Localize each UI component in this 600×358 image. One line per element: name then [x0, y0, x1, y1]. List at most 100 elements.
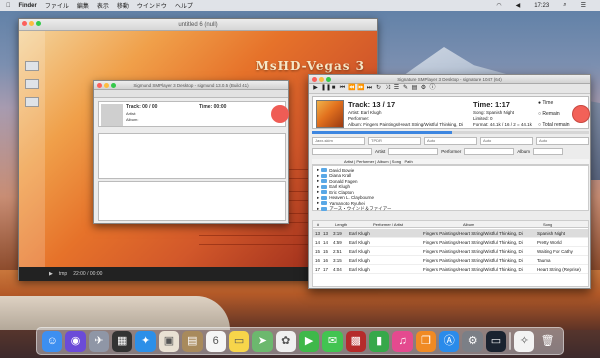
rewind-icon[interactable]: ⏪	[348, 85, 355, 92]
performer-search-input[interactable]	[464, 147, 515, 155]
secondary-library-tree[interactable]	[98, 133, 286, 179]
volume-icon[interactable]: ◀	[516, 2, 521, 9]
menu-edit[interactable]: 編集	[77, 1, 89, 10]
column-header[interactable]: Performer / Artist	[373, 221, 403, 228]
contacts-icon[interactable]: ▤	[182, 330, 203, 352]
previous-icon[interactable]: ⏮	[339, 85, 346, 92]
pause-icon[interactable]: ❚❚	[321, 85, 331, 92]
monitor-icon[interactable]: ▭	[485, 330, 507, 352]
siri-icon[interactable]: ◉	[65, 330, 86, 352]
photos-icon[interactable]: ✿	[275, 330, 296, 352]
photos-app-icon[interactable]: ▣	[158, 330, 180, 352]
table-row[interactable]: 17 17 4:04 Earl Klugh Fingers Paintings/…	[313, 265, 588, 274]
menu-view[interactable]: 表示	[97, 1, 109, 10]
table-row[interactable]: 14 14 4:59 Earl Klugh Fingers Paintings/…	[313, 238, 588, 247]
search-field[interactable]	[312, 147, 372, 155]
tool-icon[interactable]	[25, 97, 39, 107]
table-row[interactable]: 16 16 3:15 Earl Klugh Fingers Paintings/…	[313, 256, 588, 265]
track-table[interactable]: # Length Performer / Artist Album Song 1…	[312, 220, 589, 287]
next-icon[interactable]: ⏭	[366, 85, 373, 92]
trash-icon[interactable]: 🗑	[537, 331, 557, 352]
main-player-window[interactable]: Signature SMPlayer 3 Desktop - signature…	[308, 74, 591, 289]
tool-icon[interactable]	[25, 79, 39, 89]
apple-menu-icon[interactable]: 	[6, 3, 11, 9]
record-button[interactable]	[573, 106, 589, 122]
ibooks-icon[interactable]: ❐	[415, 330, 437, 352]
notes-icon[interactable]: ▭	[228, 330, 250, 352]
vegas-title-bar[interactable]: untitled 6 (null)	[19, 19, 377, 31]
menu-app-name[interactable]: Finder	[19, 3, 37, 9]
launchpad-icon[interactable]: ✈	[88, 330, 110, 352]
filter-select[interactable]: Jaxx-skim	[312, 137, 365, 145]
list-icon[interactable]: ☰	[393, 85, 400, 92]
safari-icon[interactable]: ✦	[135, 330, 156, 352]
save-icon[interactable]: ▤	[411, 85, 418, 92]
artist-search-input[interactable]	[388, 147, 439, 155]
zoom-button[interactable]	[36, 21, 41, 26]
numbers-icon[interactable]: ▮	[369, 330, 390, 352]
shuffle-icon[interactable]: ⤨	[384, 85, 391, 92]
vegas-status-left: tmp	[58, 271, 68, 277]
app-store-icon[interactable]: Ⓐ	[439, 330, 460, 352]
column-header[interactable]: Album	[463, 221, 474, 228]
finder-icon[interactable]: ☺	[42, 330, 63, 352]
main-player-title: Signature SMPlayer 3 Desktop - signature…	[397, 77, 502, 82]
main-player-title-bar[interactable]: Signature SMPlayer 3 Desktop - signature…	[309, 75, 590, 84]
close-button[interactable]	[97, 83, 102, 88]
stop-icon[interactable]: ■	[330, 85, 337, 92]
messages-icon[interactable]: ✉	[322, 330, 343, 352]
play-icon[interactable]: ▶	[49, 271, 53, 277]
menu-file[interactable]: ファイル	[45, 1, 69, 10]
time-mode-time[interactable]: ● Time	[538, 100, 570, 106]
column-header[interactable]: #	[317, 221, 319, 228]
filter-select[interactable]: Auto	[424, 137, 477, 145]
itunes-icon[interactable]: ♫	[392, 330, 413, 352]
info-icon[interactable]: ⓘ	[429, 85, 436, 92]
calendar-icon[interactable]: 6	[205, 330, 226, 352]
facetime-icon[interactable]: ▶	[298, 330, 320, 352]
close-button[interactable]	[22, 21, 27, 26]
filter-select[interactable]: Auto	[536, 137, 589, 145]
play-icon[interactable]: ▶	[312, 85, 319, 92]
playback-progress-bar[interactable]	[312, 131, 589, 134]
settings-icon[interactable]: ⚙	[420, 85, 427, 92]
menu-go[interactable]: 移動	[117, 1, 129, 10]
secondary-player-title-bar[interactable]: Sigmund SMPlayer 3 Desktop - sigmund 13.…	[94, 81, 288, 90]
filter-select[interactable]: Auto	[480, 137, 533, 145]
filter-select[interactable]: TPDR	[368, 137, 421, 145]
zoom-button[interactable]	[326, 77, 331, 82]
photo-booth-icon[interactable]: ▩	[345, 330, 367, 352]
edit-icon[interactable]: ✎	[402, 85, 409, 92]
library-tree[interactable]: ▸ David Bowie ▸ Diana Krall ▸ Donald Fag…	[312, 165, 589, 211]
column-header[interactable]: Length	[335, 221, 347, 228]
column-header[interactable]: Song	[543, 221, 552, 228]
forward-icon[interactable]: ⏩	[357, 85, 364, 92]
menu-window[interactable]: ウインドウ	[137, 1, 167, 10]
repeat-icon[interactable]: ↻	[375, 85, 382, 92]
zoom-button[interactable]	[111, 83, 116, 88]
table-row[interactable]: 15 15 2:51 Earl Klugh Fingers Paintings/…	[313, 247, 588, 256]
artist-search-label: Artist	[375, 148, 386, 154]
system-preferences-icon[interactable]: ⚙	[462, 330, 483, 352]
wifi-icon[interactable]: ◠	[496, 2, 501, 9]
minimize-button[interactable]	[104, 83, 109, 88]
maps-icon[interactable]: ➤	[252, 330, 273, 352]
minimize-button[interactable]	[319, 77, 324, 82]
tree-item[interactable]: ▸ アース・ウインド＆ファイアー	[317, 206, 392, 212]
album-search-input[interactable]	[533, 147, 564, 155]
mission-control-icon[interactable]: ▦	[112, 330, 133, 352]
time-mode-total-remain[interactable]: ○ Total remain	[538, 122, 570, 128]
time-mode-remain[interactable]: ○ Remain	[538, 111, 570, 117]
secondary-player-window[interactable]: Sigmund SMPlayer 3 Desktop - sigmund 13.…	[93, 80, 289, 224]
close-button[interactable]	[312, 77, 317, 82]
minimize-button[interactable]	[29, 21, 34, 26]
vegas-app-icon[interactable]: ✧	[514, 330, 535, 352]
menu-help[interactable]: ヘルプ	[175, 1, 193, 10]
secondary-track-table[interactable]	[98, 181, 286, 221]
notification-center-icon[interactable]: ☰	[581, 2, 586, 9]
tool-icon[interactable]	[25, 61, 39, 71]
record-button[interactable]	[271, 105, 289, 123]
menu-clock[interactable]: 17:23	[534, 3, 549, 9]
spotlight-icon[interactable]: ⌕	[563, 2, 566, 9]
table-row[interactable]: 13 13 3:19 Earl Klugh Fingers Paintings/…	[313, 229, 588, 238]
